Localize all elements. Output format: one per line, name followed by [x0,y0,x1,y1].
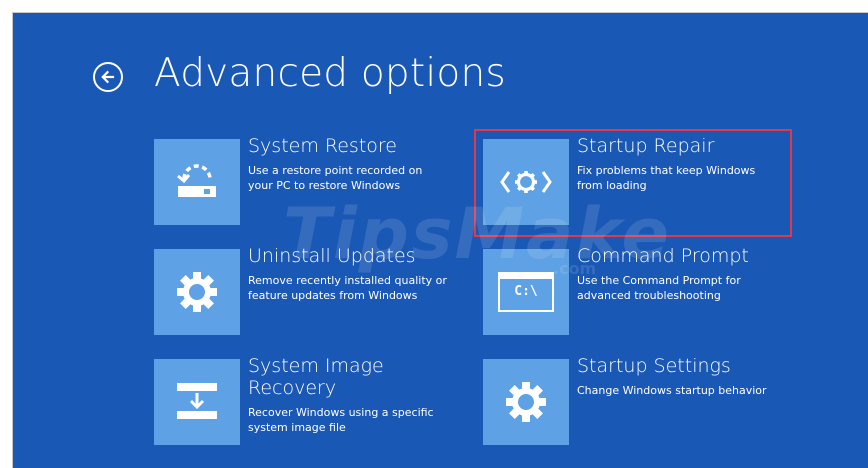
startup-repair-icon [500,171,552,193]
option-startup-repair[interactable]: Startup Repair Fix problems that keep Wi… [483,135,803,229]
option-startup-settings[interactable]: Startup Settings Change Windows startup … [483,355,803,449]
back-arrow-icon [101,70,115,84]
command-prompt-tile: C:\ [483,249,569,335]
option-system-restore[interactable]: System Restore Use a restore point recor… [154,135,474,229]
back-button[interactable] [93,62,123,92]
option-description: Remove recently installed quality or fea… [248,274,447,302]
uninstall-updates-tile [154,249,240,335]
option-title: System Image Recovery [248,355,384,399]
page-title: Advanced options [154,51,506,96]
prompt-text: C:\ [514,284,538,299]
option-title: Startup Repair [577,135,715,157]
system-image-recovery-icon [177,383,217,419]
option-system-image-recovery[interactable]: System Image Recovery Recover Windows us… [154,355,474,449]
option-command-prompt[interactable]: C:\ Command Prompt Use the Command Promp… [483,245,803,339]
option-description: Change Windows startup behavior [577,384,767,397]
system-image-recovery-tile [154,359,240,445]
startup-repair-tile [483,139,569,225]
option-uninstall-updates[interactable]: Uninstall Updates Remove recently instal… [154,245,474,339]
gear-icon [177,272,217,312]
system-restore-icon [177,164,216,197]
option-description: Use the Command Prompt for advanced trou… [577,274,741,302]
advanced-options-screen: Advanced options System Restore Use a re… [12,12,868,468]
option-description: Fix problems that keep Windows from load… [577,164,756,192]
option-title: Startup Settings [577,355,731,377]
startup-settings-tile [483,359,569,445]
window-titlebar [500,274,552,279]
gear-icon [506,382,546,422]
system-restore-tile [154,139,240,225]
option-title: Uninstall Updates [248,245,416,267]
option-title: System Restore [248,135,397,157]
command-prompt-icon: C:\ [498,272,554,312]
option-title: Command Prompt [577,245,749,267]
option-description: Use a restore point recorded on your PC … [248,164,423,192]
option-description: Recover Windows using a specific system … [248,406,434,434]
